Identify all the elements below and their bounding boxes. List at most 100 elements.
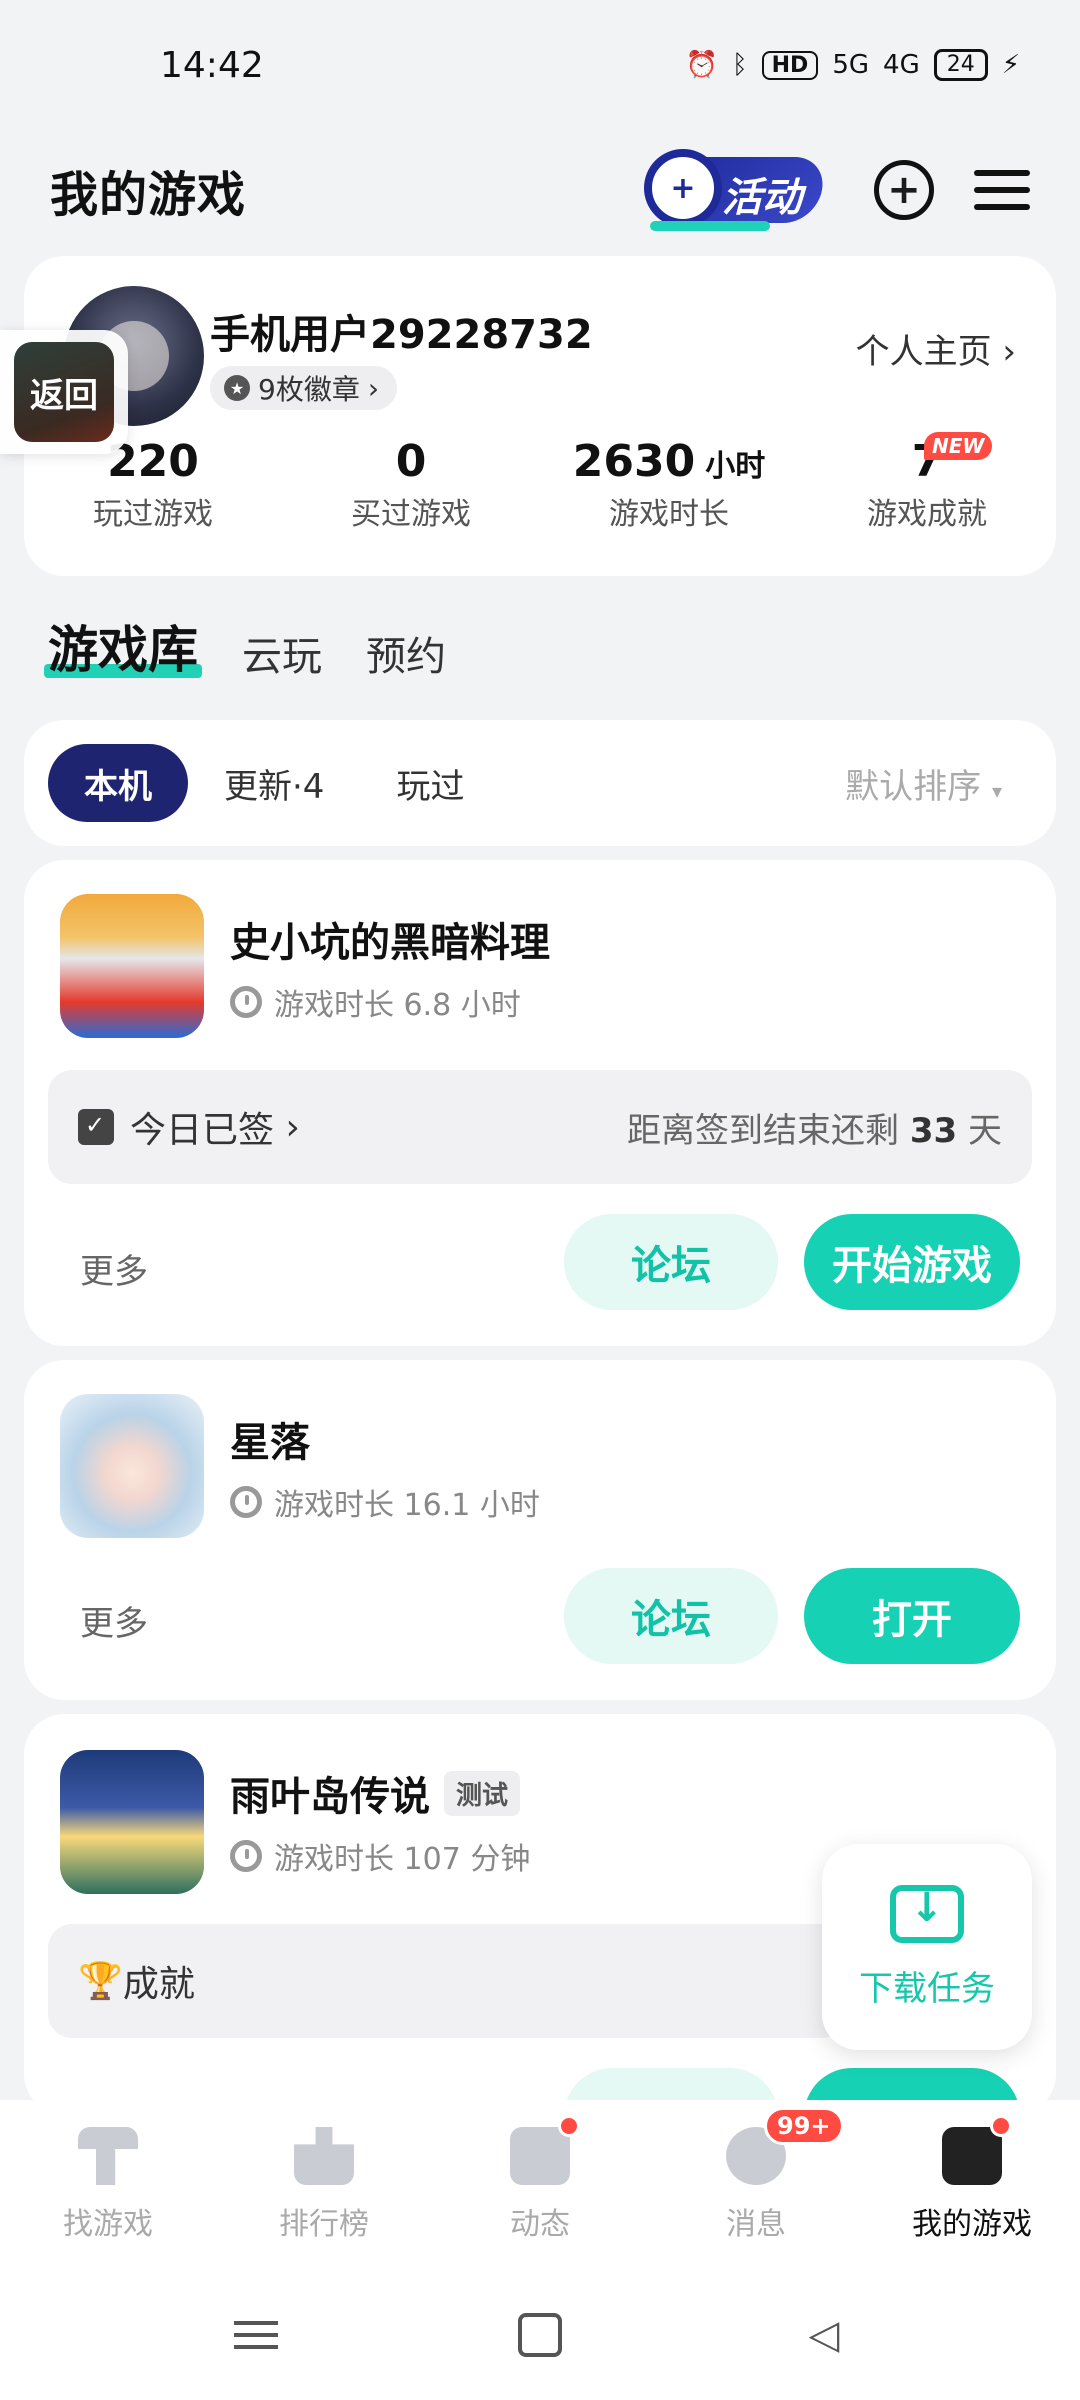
tab-reserve[interactable]: 预约 — [366, 624, 446, 682]
game-playtime: 游戏时长 16.1 小时 — [230, 1480, 540, 1524]
filter-local[interactable]: 本机 — [48, 744, 188, 822]
playtime-text: 游戏时长 6.8 小时 — [274, 988, 521, 1023]
achievement-bar[interactable]: 🏆 成就 — [48, 1924, 846, 2038]
stat-achievements[interactable]: 7 NEW 游戏成就 — [798, 432, 1056, 533]
status-bar: 14:42 ⏰ ᛒ HD 5G 4G 24 ⚡ — [0, 0, 1080, 130]
more-link[interactable]: 更多 — [80, 1596, 148, 1645]
stat-label: 买过游戏 — [351, 497, 471, 532]
stat-bought[interactable]: 0 买过游戏 — [282, 436, 540, 533]
checkin-days: 33 — [909, 1110, 958, 1151]
tab-my-games[interactable]: 我的游戏 — [864, 2115, 1080, 2243]
stat-label: 游戏时长 — [609, 497, 729, 532]
tab-label: 排行榜 — [279, 2207, 369, 2242]
open-game-button[interactable]: 打开 — [804, 1568, 1020, 1664]
bluetooth-icon: ᛒ — [732, 50, 748, 80]
badges-label: 9枚徽章 — [258, 373, 360, 406]
game-name: 史小坑的黑暗料理 — [230, 910, 550, 968]
tab-library[interactable]: 游戏库 — [44, 610, 202, 682]
game-title: 雨叶岛传说 — [230, 1774, 430, 1820]
tab-find-games[interactable]: 找游戏 — [0, 2127, 216, 2243]
calendar-check-icon — [78, 1109, 114, 1145]
game-playtime: 游戏时长 107 分钟 — [230, 1834, 530, 1878]
achievement-label: 成就 — [122, 1964, 195, 2005]
stat-label: 游戏成就 — [867, 497, 987, 532]
back-triangle-icon[interactable]: ◁ — [802, 2313, 846, 2357]
library-tabs: 游戏库 云玩 预约 — [44, 610, 446, 682]
home-icon[interactable] — [518, 2313, 562, 2357]
profile-card: 手机用户29228732 ★ 9枚徽章 › 个人主页 › 220 玩过游戏 0 … — [24, 256, 1056, 576]
game-card: 史小坑的黑暗料理 游戏时长 6.8 小时 今日已签 › 距离签到结束还剩 33 … — [24, 860, 1056, 1346]
system-nav-bar: ◁ — [0, 2270, 1080, 2400]
checkin-status: 今日已签 — [130, 1110, 275, 1151]
battery-icon: 24 — [933, 49, 988, 81]
chevron-right-icon: › — [274, 1106, 300, 1148]
game-title: 史小坑的黑暗料理 — [230, 920, 550, 966]
timer-icon — [230, 986, 262, 1018]
playtime-text: 游戏时长 16.1 小时 — [274, 1488, 540, 1523]
sort-dropdown[interactable]: 默认排序 ▾ — [845, 759, 1002, 808]
tab-label: 消息 — [726, 2207, 786, 2242]
tab-label: 动态 — [510, 2207, 570, 2242]
new-tag: NEW — [924, 432, 993, 460]
start-game-button[interactable]: 开始游戏 — [804, 1214, 1020, 1310]
tab-feed[interactable]: 动态 — [432, 2115, 648, 2243]
game-icon[interactable] — [60, 1394, 204, 1538]
game-title: 星落 — [230, 1420, 310, 1466]
filter-bar: 本机 更新·4 玩过 默认排序 ▾ — [24, 720, 1056, 846]
download-task-label: 下载任务 — [859, 1968, 995, 2009]
tab-rankings[interactable]: 排行榜 — [216, 2127, 432, 2243]
profile-home-label: 个人主页 — [855, 332, 992, 372]
timer-icon — [230, 1840, 262, 1872]
test-tag: 测试 — [444, 1770, 521, 1816]
filter-updates[interactable]: 更新·4 — [188, 744, 360, 822]
forum-button[interactable]: 论坛 — [564, 1214, 778, 1310]
top-bar: 我的游戏 + 活动 + — [0, 130, 1080, 250]
message-bubble-icon: 99+ — [726, 2107, 844, 2185]
back-button[interactable]: 返回 — [0, 330, 128, 454]
username: 手机用户29228732 — [210, 312, 593, 358]
game-card: 星落 游戏时长 16.1 小时 更多 论坛 打开 — [24, 1360, 1056, 1700]
playtime-text: 游戏时长 107 分钟 — [274, 1842, 531, 1877]
filter-played[interactable]: 玩过 — [360, 744, 500, 822]
menu-button[interactable] — [974, 170, 1030, 210]
game-icon[interactable] — [60, 894, 204, 1038]
checkin-remaining: 距离签到结束还剩 33 天 — [627, 1103, 1002, 1152]
status-time: 14:42 — [160, 44, 264, 86]
add-button[interactable]: + — [874, 160, 934, 220]
recent-apps-icon[interactable] — [234, 2313, 278, 2357]
game-name: 雨叶岛传说 测试 — [230, 1764, 521, 1822]
game-name: 星落 — [230, 1410, 310, 1468]
tab-cloud[interactable]: 云玩 — [242, 624, 322, 682]
notification-dot — [558, 2115, 580, 2137]
medal-icon: ★ — [224, 375, 250, 401]
signal-5g-icon: 5G — [832, 50, 870, 80]
stat-value: 2630 — [572, 436, 696, 487]
tab-messages[interactable]: 99+ 消息 — [648, 2107, 864, 2243]
hd-icon: HD — [761, 50, 819, 80]
checkin-bar[interactable]: 今日已签 › 距离签到结束还剩 33 天 — [48, 1070, 1032, 1184]
activity-label: 活动 — [722, 175, 802, 221]
more-link[interactable]: 更多 — [80, 1244, 148, 1293]
gamepad-icon — [942, 2115, 1012, 2185]
alarm-icon: ⏰ — [685, 50, 719, 80]
rankings-icon — [294, 2127, 354, 2185]
caret-down-icon: ▾ — [991, 778, 1002, 803]
stat-label: 玩过游戏 — [93, 497, 213, 532]
signal-4g-icon: 4G — [883, 50, 920, 80]
download-task-button[interactable]: 下载任务 — [822, 1844, 1032, 2050]
notification-dot — [990, 2115, 1012, 2137]
badges-chip[interactable]: ★ 9枚徽章 › — [210, 366, 398, 410]
forum-button[interactable]: 论坛 — [564, 1568, 778, 1664]
stat-playtime[interactable]: 2630 小时 游戏时长 — [540, 436, 798, 533]
unread-badge: 99+ — [764, 2107, 844, 2145]
download-icon — [890, 1884, 964, 1943]
checkin-remaining-prefix: 距离签到结束还剩 — [627, 1110, 900, 1151]
plus-icon: + — [887, 167, 921, 213]
activity-button[interactable]: + 活动 — [644, 145, 834, 235]
chevron-right-icon: › — [1002, 332, 1016, 372]
feed-icon — [510, 2115, 580, 2185]
stats-row: 220 玩过游戏 0 买过游戏 2630 小时 游戏时长 7 NEW 游戏成就 — [24, 432, 1056, 533]
game-icon[interactable] — [60, 1750, 204, 1894]
bottom-tab-bar: 找游戏 排行榜 动态 99+ 消息 我的游戏 — [0, 2100, 1080, 2270]
profile-home-link[interactable]: 个人主页 › — [856, 324, 1016, 373]
